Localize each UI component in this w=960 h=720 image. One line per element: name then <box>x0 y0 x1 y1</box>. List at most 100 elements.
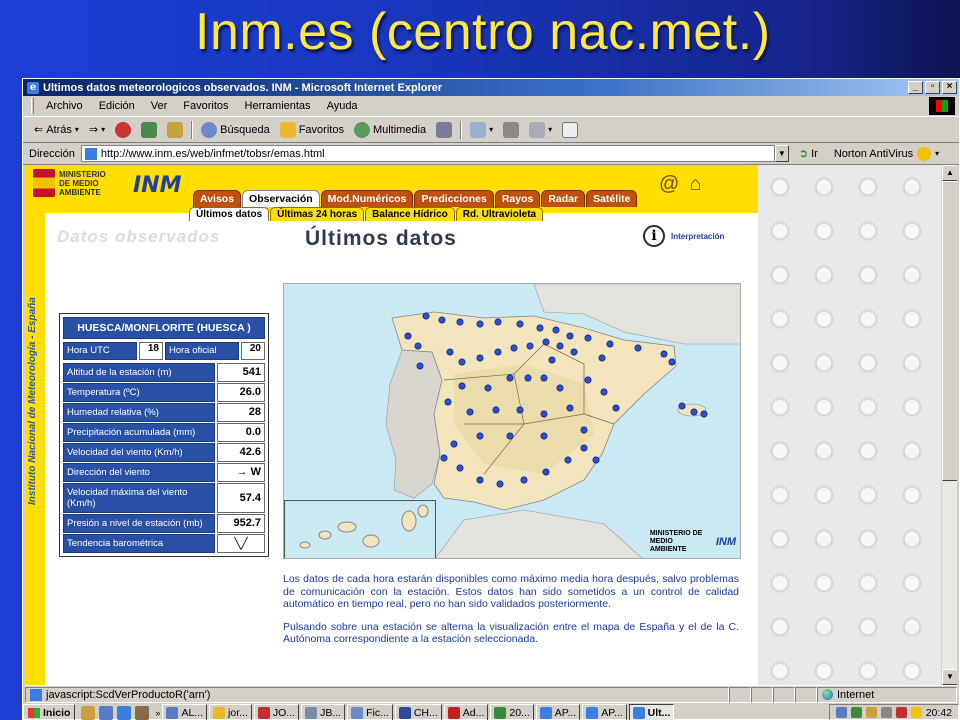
clock[interactable]: 20:42 <box>926 707 952 719</box>
tab-avisos[interactable]: Avisos <box>193 190 242 207</box>
station-marker[interactable] <box>450 440 458 448</box>
stop-button[interactable] <box>110 121 136 138</box>
favorites-button[interactable]: Favoritos <box>275 121 349 138</box>
start-button[interactable]: Inicio <box>23 704 76 720</box>
discuss-button[interactable] <box>557 121 583 138</box>
station-marker[interactable] <box>440 454 448 462</box>
station-marker[interactable] <box>466 408 474 416</box>
quicklaunch-icon[interactable] <box>99 705 114 720</box>
taskbar-item[interactable]: 20... <box>490 704 534 720</box>
refresh-button[interactable] <box>136 121 162 138</box>
norton-antivirus-button[interactable]: Norton AntiVirus ▾ <box>834 146 939 161</box>
station-marker[interactable] <box>700 410 708 418</box>
station-marker[interactable] <box>422 312 430 320</box>
station-marker[interactable] <box>566 332 574 340</box>
scroll-down-button[interactable]: ▼ <box>942 669 957 685</box>
taskbar-item[interactable]: AL... <box>162 704 208 720</box>
station-marker[interactable] <box>456 318 464 326</box>
home-icon[interactable]: ⌂ <box>689 173 701 196</box>
back-button[interactable]: ⇐ Atrás ▾ <box>29 123 84 137</box>
tray-icon[interactable] <box>835 707 847 718</box>
station-marker[interactable] <box>484 384 492 392</box>
edit-button[interactable]: ▾ <box>524 121 557 138</box>
tray-icon[interactable] <box>880 707 892 718</box>
tab-satelite[interactable]: Satélite <box>586 190 638 207</box>
mail-button[interactable]: ▾ <box>465 121 498 138</box>
scroll-up-button[interactable]: ▲ <box>942 165 957 181</box>
station-marker[interactable] <box>516 406 524 414</box>
subtab-ultimas-24-horas[interactable]: Últimas 24 horas <box>270 207 365 221</box>
inm-logo[interactable]: INM <box>133 173 182 198</box>
station-marker[interactable] <box>458 382 466 390</box>
taskbar-item[interactable]: AP... <box>535 704 581 720</box>
menu-edicion[interactable]: Edición <box>91 100 143 112</box>
station-marker[interactable] <box>520 476 528 484</box>
address-input[interactable]: http://www.inm.es/web/infmet/tobsr/emas.… <box>80 145 775 162</box>
taskbar-item[interactable]: Fic... <box>347 704 393 720</box>
email-icon[interactable]: @ <box>659 173 679 196</box>
taskbar-item[interactable]: JB... <box>301 704 346 720</box>
station-marker[interactable] <box>476 320 484 328</box>
go-button[interactable]: ➲ Ir <box>799 147 818 161</box>
quicklaunch-icon[interactable] <box>117 705 132 720</box>
tray-icon[interactable] <box>910 707 922 718</box>
station-marker[interactable] <box>516 320 524 328</box>
station-marker[interactable] <box>584 334 592 342</box>
station-marker[interactable] <box>446 348 454 356</box>
taskbar-item[interactable]: CH... <box>394 704 442 720</box>
spain-station-map[interactable]: MINISTERIO DE MEDIO AMBIENTE INM <box>283 283 741 559</box>
tab-radar[interactable]: Radar <box>541 190 586 207</box>
search-button[interactable]: Búsqueda <box>196 121 275 138</box>
station-marker[interactable] <box>414 342 422 350</box>
station-marker[interactable] <box>584 376 592 384</box>
station-marker[interactable] <box>476 354 484 362</box>
station-marker[interactable] <box>476 476 484 484</box>
station-marker[interactable] <box>536 324 544 332</box>
station-marker[interactable] <box>540 374 548 382</box>
station-marker[interactable] <box>598 354 606 362</box>
tray-icon[interactable] <box>865 707 877 718</box>
minimize-button[interactable]: _ <box>908 81 923 94</box>
tray-icon[interactable] <box>895 707 907 718</box>
station-marker[interactable] <box>526 342 534 350</box>
history-button[interactable] <box>431 121 457 138</box>
restore-button[interactable]: ▫ <box>925 81 940 94</box>
subtab-balance-hidrico[interactable]: Balance Hídrico <box>365 207 455 221</box>
tray-icon[interactable] <box>850 707 862 718</box>
print-button[interactable] <box>498 121 524 138</box>
tab-mod-numericos[interactable]: Mod.Numéricos <box>320 190 414 207</box>
vertical-scrollbar[interactable]: ▲ ▼ <box>941 165 957 685</box>
tab-observacion[interactable]: Observación <box>242 190 320 207</box>
station-marker[interactable] <box>444 398 452 406</box>
station-marker[interactable] <box>660 350 668 358</box>
station-marker[interactable] <box>566 404 574 412</box>
station-marker[interactable] <box>580 444 588 452</box>
station-marker[interactable] <box>438 316 446 324</box>
subtab-rd-ultravioleta[interactable]: Rd. Ultravioleta <box>455 207 544 221</box>
station-marker[interactable] <box>556 342 564 350</box>
station-marker[interactable] <box>494 348 502 356</box>
interpretation-link[interactable]: i Interpretación <box>643 225 724 247</box>
quicklaunch-icon[interactable] <box>135 705 150 720</box>
station-marker[interactable] <box>416 362 424 370</box>
station-marker[interactable] <box>564 456 572 464</box>
station-marker[interactable] <box>510 344 518 352</box>
subtab-ultimos-datos[interactable]: Últimos datos <box>189 207 270 221</box>
menu-herramientas[interactable]: Herramientas <box>237 100 319 112</box>
scroll-thumb[interactable] <box>942 181 957 481</box>
home-button[interactable] <box>162 121 188 138</box>
taskbar-item[interactable]: AP... <box>582 704 627 720</box>
taskbar-item[interactable]: Ad... <box>443 704 489 720</box>
menu-favoritos[interactable]: Favoritos <box>175 100 236 112</box>
station-marker[interactable] <box>548 356 556 364</box>
station-marker[interactable] <box>690 408 698 416</box>
station-marker[interactable] <box>540 432 548 440</box>
station-marker[interactable] <box>494 318 502 326</box>
close-button[interactable]: × <box>942 81 957 94</box>
station-marker[interactable] <box>540 410 548 418</box>
station-marker[interactable] <box>612 404 620 412</box>
station-marker[interactable] <box>580 426 588 434</box>
station-marker[interactable] <box>600 388 608 396</box>
station-marker[interactable] <box>542 338 550 346</box>
station-marker[interactable] <box>404 332 412 340</box>
